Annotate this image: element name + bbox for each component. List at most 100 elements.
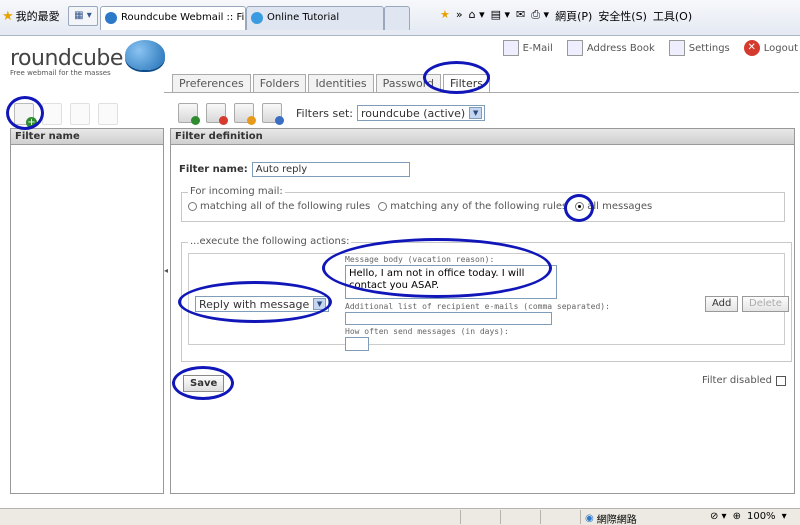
favorites-label: 我的最愛 — [15, 10, 60, 23]
radio-match-any-label: matching any of the following rules — [390, 201, 568, 212]
quick-tabs-button[interactable]: ▦ ▾ — [68, 6, 98, 26]
tabs-divider — [164, 92, 799, 93]
tab-folders[interactable]: Folders — [252, 74, 307, 92]
zoom-control[interactable]: ⊘ ▾ ⊕ 100% ▾ — [710, 511, 787, 522]
action-type-select[interactable]: Reply with message ▼ — [195, 296, 329, 312]
email-link-label: E-Mail — [522, 42, 553, 54]
recipients-input[interactable] — [345, 312, 552, 325]
address-book-link[interactable]: Address Book — [566, 40, 655, 56]
page-menu[interactable]: 網頁(P) — [555, 8, 592, 24]
home-icon[interactable]: ⌂ ▾ — [469, 8, 485, 24]
roundcube-logo: roundcube Free webmail for the masses — [10, 40, 165, 77]
favorites-button[interactable]: ★ 我的最愛 — [2, 8, 60, 24]
tab-filters[interactable]: Filters — [443, 74, 491, 92]
filter-list-toolbar — [14, 103, 118, 128]
filter-definition-panel: Filter definition Filter name: Auto repl… — [170, 128, 795, 494]
radio-match-all[interactable]: matching all of the following rules — [188, 201, 370, 212]
browser-tab-title: Roundcube Webmail :: Fil... — [121, 12, 246, 23]
browser-tab-roundcube[interactable]: Roundcube Webmail :: Fil... ✕ — [100, 6, 246, 30]
filter-disabled-checkbox[interactable] — [776, 375, 786, 386]
star-icon: ★ — [2, 8, 14, 24]
browser-toolbar: ★ 我的最愛 ▦ ▾ Roundcube Webmail :: Fil... ✕… — [0, 0, 800, 36]
settings-link[interactable]: Settings — [668, 40, 730, 56]
message-body-label: Message body (vacation reason): — [345, 255, 495, 264]
message-body-textarea[interactable]: Hello, I am not in office today. I will … — [345, 265, 557, 299]
delete-action-button[interactable]: Delete — [742, 296, 789, 312]
filters-set-select[interactable]: roundcube (active) ▼ — [357, 105, 486, 121]
activate-filter-set-icon[interactable] — [234, 103, 256, 125]
zoom-icon: ⊕ — [732, 511, 741, 522]
action-type-value: Reply with message — [199, 297, 310, 311]
delete-filter-set-icon[interactable] — [206, 103, 228, 125]
filter-list-panel: Filter name — [10, 128, 164, 494]
chevron-down-icon: ▾ — [781, 511, 787, 522]
filter-name-label: Filter name: — [179, 164, 248, 175]
tab-preferences[interactable]: Preferences — [172, 74, 251, 92]
incoming-mail-fieldset: For incoming mail: matching all of the f… — [181, 186, 785, 222]
roundcube-favicon-icon — [105, 12, 117, 24]
panel-splitter-icon[interactable]: ◂ — [164, 266, 168, 275]
save-button[interactable]: Save — [183, 375, 225, 392]
tools-menu[interactable]: 工具(O) — [653, 8, 692, 24]
settings-tabs: Preferences Folders Identities Password … — [172, 74, 491, 92]
more-chevron-icon[interactable]: » — [456, 8, 463, 24]
filter-disabled-label: Filter disabled — [701, 375, 772, 386]
filter-name-input[interactable]: Auto reply — [251, 162, 410, 177]
mail-icon — [502, 40, 519, 56]
days-input[interactable] — [345, 337, 369, 351]
protected-mode-icon: ⊘ ▾ — [710, 511, 727, 522]
days-label: How often send messages (in days): — [345, 327, 509, 336]
radio-all-messages[interactable]: all messages — [575, 201, 652, 212]
browser-tab-title: Online Tutorial — [267, 12, 340, 23]
logout-link[interactable]: ✕ Logout — [743, 40, 798, 56]
address-book-label: Address Book — [586, 42, 655, 54]
new-tab-button[interactable] — [384, 6, 410, 30]
delete-filter-icon[interactable] — [42, 103, 62, 125]
filter-set-toolbar: Filters set: roundcube (active) ▼ — [178, 103, 486, 125]
incoming-mail-legend: For incoming mail: — [188, 186, 285, 197]
filters-set-label: Filters set: — [296, 106, 353, 120]
browser-status-bar: ◉ 網際網路 ⊘ ▾ ⊕ 100% ▾ — [0, 508, 800, 525]
email-link[interactable]: E-Mail — [502, 40, 553, 56]
radio-icon — [378, 202, 388, 211]
action-row: Reply with message ▼ Message body (vacat… — [188, 253, 789, 351]
radio-match-any[interactable]: matching any of the following rules — [378, 201, 567, 212]
top-navigation: E-Mail Address Book Settings ✕ Logout — [502, 40, 798, 56]
logout-icon: ✕ — [743, 40, 760, 56]
radio-all-messages-label: all messages — [587, 201, 653, 212]
add-favorite-icon[interactable]: ★ — [440, 8, 450, 24]
import-filter-set-icon[interactable] — [262, 103, 284, 125]
logout-label: Logout — [763, 42, 798, 54]
settings-label: Settings — [688, 42, 730, 54]
feeds-icon[interactable]: ▤ ▾ — [491, 8, 510, 24]
browser-tab-online-tutorial[interactable]: Online Tutorial — [246, 6, 384, 30]
mail-icon[interactable]: ✉ — [516, 8, 525, 24]
add-filter-set-icon[interactable] — [178, 103, 200, 125]
address-book-icon — [566, 40, 583, 56]
move-filter-up-icon[interactable] — [70, 103, 90, 125]
filter-definition-header: Filter definition — [171, 129, 794, 145]
settings-icon — [668, 40, 685, 56]
security-zone: ◉ 網際網路 — [585, 511, 637, 525]
security-zone-label: 網際網路 — [596, 515, 637, 525]
filter-disabled-row: Filter disabled — [702, 375, 786, 386]
filters-set-value: roundcube (active) — [361, 106, 466, 120]
add-filter-icon[interactable] — [14, 103, 37, 128]
safety-menu[interactable]: 安全性(S) — [598, 8, 647, 24]
logo-tagline: Free webmail for the masses — [10, 69, 111, 77]
move-filter-down-icon[interactable] — [98, 103, 118, 125]
radio-icon — [188, 202, 197, 211]
browser-command-bar: ★ » ⌂ ▾ ▤ ▾ ✉ ⎙ ▾ 網頁(P) 安全性(S) 工具(O) — [440, 8, 692, 24]
logo-icon — [125, 40, 165, 70]
radio-selected-icon — [575, 202, 585, 211]
actions-fieldset: ...execute the following actions: Reply … — [181, 236, 792, 362]
add-action-button[interactable]: Add — [705, 296, 739, 312]
ie-favicon-icon — [251, 12, 263, 24]
recipients-label: Additional list of recipient e-mails (co… — [345, 302, 610, 311]
zoom-level: 100% — [746, 511, 776, 522]
print-icon[interactable]: ⎙ ▾ — [531, 8, 549, 24]
globe-icon: ◉ — [585, 513, 594, 524]
filter-list-header: Filter name — [11, 129, 163, 145]
tab-password[interactable]: Password — [375, 74, 442, 92]
tab-identities[interactable]: Identities — [308, 74, 374, 92]
